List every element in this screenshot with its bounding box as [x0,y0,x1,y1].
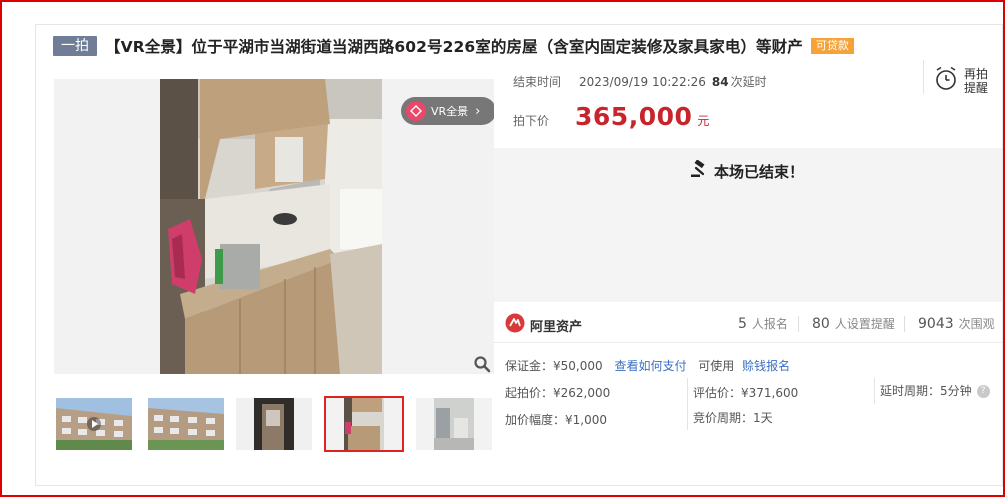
final-price-unit: 元 [697,114,710,128]
loan-tag: 可贷款 [810,38,854,54]
how-to-pay-link[interactable]: 查看如何支付 [614,359,686,373]
auction-ended-text: 本场已结束！ [714,162,805,181]
reminders-label: 人设置提醒 [834,317,895,331]
auction-ended-box: 本场已结束！ [494,148,1002,302]
main-image-viewer[interactable]: VR全景 › [54,79,494,374]
final-price-label: 拍下价 [513,114,550,128]
end-time-value: 2023/09/19 10:22:26 [579,74,706,89]
thumbnail-bathroom[interactable] [416,398,492,450]
views-label: 次围观 [958,317,995,331]
delay-unit: 次延时 [730,75,767,89]
ali-assets-logo: 阿里资产 [505,313,582,337]
bid-period: 竞价周期：1天 [693,411,773,425]
alarm-clock-icon [934,66,958,96]
vr-panorama-button[interactable]: VR全景 › [401,97,494,125]
thumbnail-hallway-door[interactable] [236,398,312,450]
thumbnail-building-front-2[interactable] [148,398,224,450]
thumbnail-kitchen[interactable] [324,396,404,452]
end-time-label: 结束时间 [513,75,562,89]
final-price-row: 拍下价 365,000 元 [513,102,709,131]
signups-label: 人报名 [751,317,788,331]
gavel-icon [690,159,708,182]
appraisal-price: 评估价：¥371,600 [693,386,799,400]
views-count: 9043 [918,316,954,332]
signups-stat: 5 人报名 [738,315,788,332]
deposit-amount: 保证金：¥50,000 [505,359,603,373]
reminders-count: 80 [812,316,830,332]
grid-divider [874,378,875,404]
stats-divider [798,316,799,332]
deposit-row: 保证金：¥50,000 查看如何支付 可使用 赊钱报名 [505,357,790,374]
auction-title[interactable]: 【VR全景】位于平湖市当湖街道当湖西路602号226室的房屋（含室内固定装修及家… [105,35,803,57]
grid-divider [687,378,688,430]
zoom-magnifier-icon[interactable] [470,352,494,376]
can-use-text: 可使用 [698,359,735,373]
vr-icon [406,101,426,121]
views-stat: 9043 次围观 [918,315,995,332]
bid-increment: 加价幅度：¥1,000 [505,413,607,427]
end-time-row: 结束时间 2023/09/19 10:22:26 84 次延时 [513,73,767,90]
thumbnail-building-front-1[interactable] [56,398,132,450]
final-price-value: 365,000 [575,102,693,131]
remind-divider [923,60,924,94]
stats-divider [904,316,905,332]
help-icon[interactable]: ? [976,385,990,398]
main-photo-kitchen [160,79,382,374]
remind-line-1: 再拍 [964,67,989,81]
ali-assets-brand: 阿里资产 [530,319,583,335]
delay-period-text: 延时周期：5分钟 [880,384,972,398]
chevron-right-icon: › [475,103,481,119]
delay-count: 84 [711,74,729,89]
stats-row: 阿里资产 5 人报名 80 人设置提醒 9043 次围观 [494,305,1002,343]
credit-signup-link[interactable]: 赊钱报名 [742,359,790,373]
reminders-stat: 80 人设置提醒 [812,315,895,332]
ali-assets-icon [505,313,525,337]
delay-period: 延时周期：5分钟? [880,382,990,399]
re-auction-reminder-button[interactable]: 再拍 提醒 [934,66,988,96]
vr-label: VR全景 [431,105,469,118]
auction-status-panel: 结束时间 2023/09/19 10:22:26 84 次延时 拍下价 365,… [494,60,1002,148]
signups-count: 5 [738,316,747,332]
auction-type-tag: 一拍 [53,36,97,56]
remind-line-2: 提醒 [964,81,989,95]
start-price: 起拍价：¥262,000 [505,386,611,400]
auction-title-row: 一拍 【VR全景】位于平湖市当湖街道当湖西路602号226室的房屋（含室内固定装… [53,35,854,57]
